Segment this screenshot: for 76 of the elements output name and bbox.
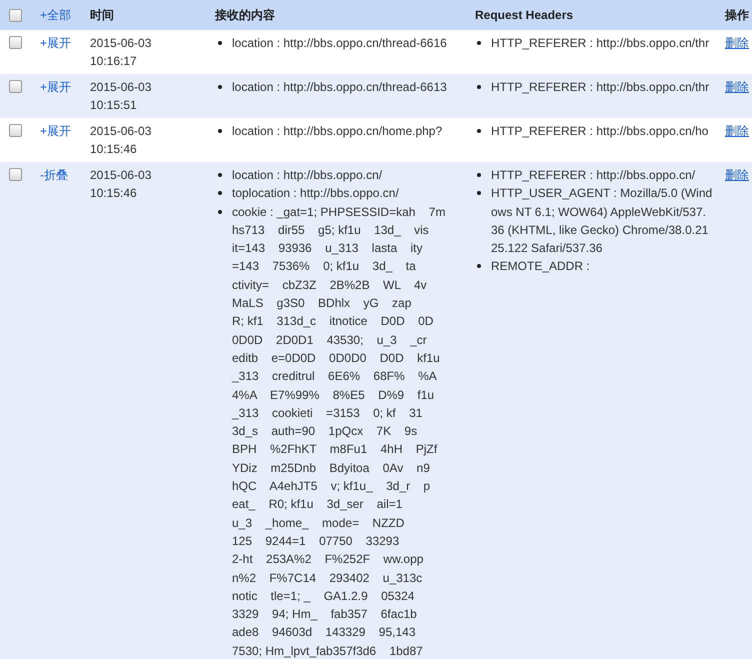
text-line: 3d_s auth=90 1pQcx 7K 9s <box>232 423 418 440</box>
column-header: Request Headers <box>475 8 574 22</box>
text-line: location : http://bbs.oppo.cn/ <box>232 167 382 184</box>
text-line: 2-ht 253A%2 F%252F ww.opp <box>232 551 424 568</box>
text-line: 25.122 Safari/537.36 <box>491 240 604 258</box>
text-line: MaLS g3S0 BDhlx yG zap <box>232 295 412 312</box>
bullet-icon <box>218 210 222 214</box>
bullet-icon <box>477 129 481 133</box>
text-line: toplocation : http://bbs.oppo.cn/ <box>232 185 399 202</box>
text-line: location : http://bbs.oppo.cn/thread-6613 <box>232 79 447 96</box>
text-line: n%2 F%7C14 293402 u_313c <box>232 570 424 587</box>
text-line: 4%A E7%99% 8%E5 D%9 f1u <box>232 386 436 404</box>
date-text: 2015-06-03 <box>90 167 152 184</box>
bullet-icon <box>218 41 222 45</box>
date-text: 2015-06-03 <box>90 79 152 96</box>
text-line: _313 creditrul 6E6% 68F% %A <box>232 368 438 386</box>
column-header: 接收的内容 <box>215 8 275 22</box>
bullet-icon <box>477 85 481 89</box>
delete-link[interactable]: 删除 <box>725 36 749 50</box>
checkbox[interactable] <box>8 9 22 22</box>
delete-link[interactable]: 删除 <box>725 124 749 138</box>
date-text: 2015-06-03 <box>90 123 152 140</box>
bullet-icon <box>218 85 222 89</box>
text-line: location : http://bbs.oppo.cn/home.php? <box>232 123 442 140</box>
time-text: 10:15:46 <box>90 185 138 202</box>
text-line: location : http://bbs.oppo.cn/thread-6616 <box>232 35 447 52</box>
text-line: ade8 94603d 143329 95,143 <box>232 624 416 642</box>
text-line: BPH %2FhKT m8Fu1 4hH PjZf <box>232 441 438 458</box>
text-line: YDiz m25Dnb Bdyitoa 0Av n9 <box>232 460 431 477</box>
column-header: 操作 <box>725 8 749 22</box>
checkbox[interactable] <box>8 80 22 93</box>
date-text: 2015-06-03 <box>90 35 152 52</box>
text-line: notic tle=1; _ GA1.2.9 05324 <box>232 588 416 605</box>
text-line: HTTP_REFERER : http://bbs.oppo.cn/ho <box>491 123 708 140</box>
text-line: HTTP_REFERER : http://bbs.oppo.cn/thr <box>491 35 710 52</box>
toggle-link[interactable]: +展开 <box>40 80 72 94</box>
text-line: REMOTE_ADDR : <box>491 258 590 276</box>
checkbox[interactable] <box>8 124 22 137</box>
text-line: ctivity= cbZ3Z 2B%2B WL 4v <box>232 276 428 294</box>
text-line: cookie : _gat=1; PHPSESSID=kah 7m <box>232 204 446 221</box>
bullet-icon <box>477 41 481 45</box>
text-line: 7530; Hm_lpvt_fab357f3d6 1bd87 <box>232 642 424 659</box>
checkbox[interactable] <box>8 168 22 181</box>
text-line: 0D0D 2D0D1 43530; u_3 _cr <box>232 332 428 349</box>
bullet-icon <box>477 264 481 268</box>
text-line: u_3 _home_ mode= NZZD <box>232 514 406 532</box>
toggle-link[interactable]: +展开 <box>40 36 72 50</box>
text-line: 36 (KHTML, like Gecko) Chrome/38.0.21 <box>491 222 710 239</box>
time-text: 10:15:51 <box>90 97 138 114</box>
text-line: hs713 dir55 g5; kf1u 13d_ vis <box>232 222 430 239</box>
time-text: 10:15:46 <box>90 141 138 158</box>
text-line: 125 9244=1 07750 33293 <box>232 532 400 550</box>
text-line: _313 cookieti =3153 0; kf 31 <box>232 404 424 422</box>
text-line: HTTP_REFERER : http://bbs.oppo.cn/thr <box>491 79 710 96</box>
bullet-icon <box>477 191 481 196</box>
toggle-link[interactable]: +展开 <box>40 124 72 138</box>
bullet-icon <box>477 173 481 177</box>
text-line: HTTP_USER_AGENT : Mozilla/5.0 (Wind <box>491 185 712 202</box>
bullet-icon <box>218 129 222 133</box>
column-header: 时间 <box>90 8 114 22</box>
checkbox[interactable] <box>8 36 22 49</box>
delete-link[interactable]: 删除 <box>725 80 749 94</box>
delete-link[interactable]: 删除 <box>725 168 749 182</box>
toggle-link[interactable]: -折叠 <box>40 168 68 182</box>
text-line: HTTP_REFERER : http://bbs.oppo.cn/ <box>491 167 696 184</box>
text-line: 3329 94; Hm_ fab357 6fac1b <box>232 606 418 624</box>
text-line: hQC A4ehJT5 v; kf1u_ 3d_r p <box>232 478 432 496</box>
text-line: editb e=0D0D 0D0D0 D0D kf1u <box>232 350 441 367</box>
text-line: R; kf1 313d_c itnotice D0D 0D <box>232 313 434 330</box>
text-line: ows NT 6.1; WOW64) AppleWebKit/537. <box>491 204 707 221</box>
text-line: it=143 93936 u_313 lasta ity <box>232 240 424 258</box>
bullet-icon <box>218 173 222 177</box>
time-text: 10:16:17 <box>90 53 138 70</box>
bullet-icon <box>218 191 222 196</box>
text-line: eat_ R0; kf1u 3d_ser ail=1 <box>232 496 404 514</box>
text-line: =143 7536% 0; kf1u 3d_ ta <box>232 258 417 276</box>
